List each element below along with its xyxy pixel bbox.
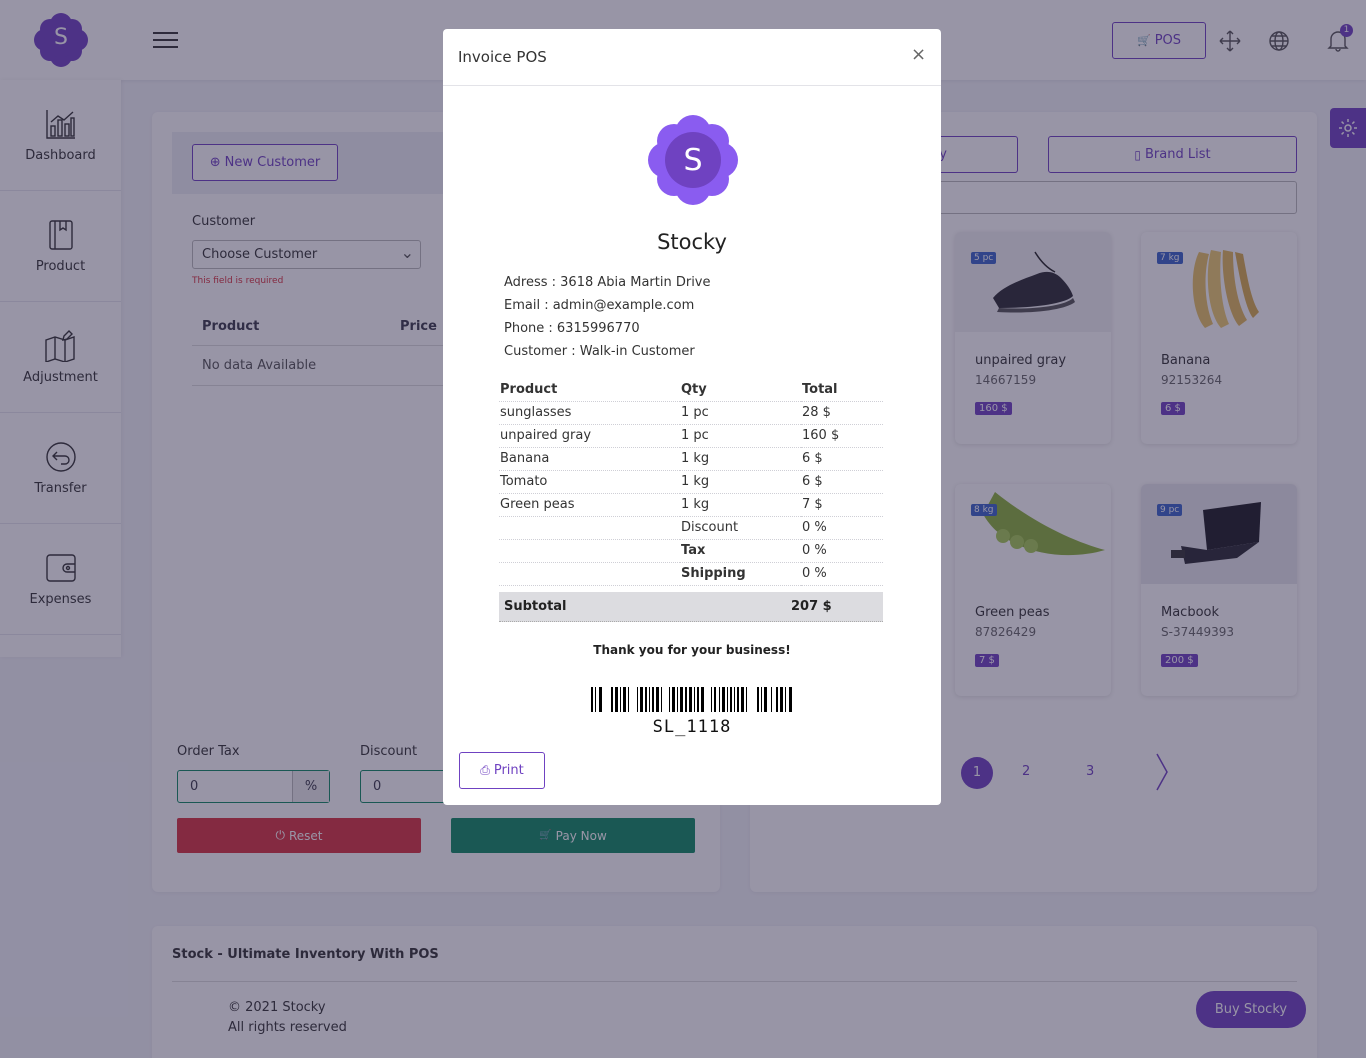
company-email: Email : admin@example.com [504,298,695,313]
table-row: Banana 1 kg 6 $ [499,447,883,471]
barcode-icon [591,687,793,712]
table-row: Tomato 1 kg 6 $ [499,470,883,494]
logo-letter: S [683,143,703,178]
subtotal-value: 207 $ [791,599,832,614]
receipt-customer: Customer : Walk-in Customer [504,344,695,359]
invoice-pos-modal: Invoice POS × S Stocky Adress : 3618 Abi… [443,29,941,805]
receipt-logo: S [646,113,740,207]
modal-header: Invoice POS × [443,29,941,86]
printer-icon: ⎙ [480,763,490,777]
tax-row: Tax 0 % [499,539,883,563]
table-row: Green peas 1 kg 7 $ [499,493,883,517]
receipt-header-row: Product Qty Total [499,378,883,402]
subtotal-row: Subtotal 207 $ [499,592,883,622]
close-icon[interactable]: × [911,44,926,65]
company-address: Adress : 3618 Abia Martin Drive [504,275,711,290]
col-product: Product [499,378,680,402]
discount-row: Discount 0 % [499,516,883,540]
thank-you-text: Thank you for your business! [593,643,791,657]
receipt-table: Product Qty Total sunglasses 1 pc 28 $ unp… [499,378,883,586]
col-qty: Qty [680,378,801,402]
company-name: Stocky [657,230,727,254]
modal-title: Invoice POS [458,48,547,66]
subtotal-label: Subtotal [504,599,567,614]
print-button[interactable]: ⎙ Print [459,752,545,789]
shipping-row: Shipping 0 % [499,562,883,586]
company-phone: Phone : 6315996770 [504,321,640,336]
barcode-text: SL_1118 [652,717,732,737]
table-row: sunglasses 1 pc 28 $ [499,401,883,425]
table-row: unpaired gray 1 pc 160 $ [499,424,883,448]
col-total: Total [801,378,883,402]
